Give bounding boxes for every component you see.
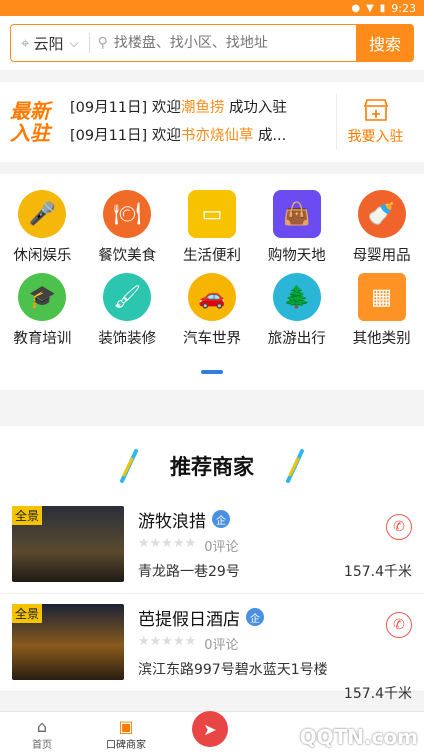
category-item[interactable]: 🍼 母婴用品 [340, 190, 424, 265]
dish-icon: 🍽 [103, 190, 152, 238]
status-bar: ● ▼ ▮ 9:23 [0, 0, 424, 16]
status-time: 9:23 [391, 1, 416, 15]
search-input[interactable] [113, 35, 356, 51]
category-item[interactable]: ▭ 生活便利 [170, 190, 254, 265]
shop-photo: 全景 [12, 506, 124, 582]
tab-publish[interactable]: ➤ [168, 711, 252, 755]
city-label: 云阳 [33, 34, 64, 53]
rating-stars: ★★★★★ [138, 634, 197, 649]
paint-roller-icon: 🖌 [103, 273, 152, 321]
join-button[interactable]: 我要入驻 [336, 94, 414, 150]
enterprise-badge-icon: 企 [212, 510, 230, 528]
rating-stars: ★★★★★ [138, 536, 197, 551]
location-icon: ● [351, 2, 361, 14]
new-shops-banner: 最新 入驻 [09月11日] 欢迎潮鱼捞 成功入驻 [09月11日] 欢迎书亦烧… [0, 82, 424, 162]
news-item[interactable]: [09月11日] 欢迎潮鱼捞 成功入驻 [70, 94, 336, 122]
news-list: [09月11日] 欢迎潮鱼捞 成功入驻 [09月11日] 欢迎书亦烧仙草 成..… [62, 94, 336, 150]
shopping-bag-icon: 👜 [272, 190, 321, 238]
panorama-badge: 全景 [12, 604, 43, 623]
battery-icon: ▮ [379, 2, 386, 14]
category-item[interactable]: 🎓 教育培训 [0, 273, 84, 348]
tab-home[interactable]: ⌂ 首页 [0, 717, 84, 755]
car-icon: 🚗 [187, 273, 236, 321]
chevron-down-icon: ⌵ [69, 35, 79, 50]
decor-streak-icon [120, 449, 138, 483]
phone-icon[interactable]: ✆ [386, 514, 412, 540]
shop-address: 滨江东路997号碧水蓝天1号楼 [138, 662, 328, 678]
shop-card[interactable]: 全景 芭提假日酒店 企 ★★★★★ 0评论 滨江东路997号碧水蓝天1号楼 15… [0, 594, 424, 702]
grid-icon: ▦ [357, 273, 406, 321]
enterprise-badge-icon: 企 [246, 608, 264, 626]
wifi-icon: ▼ [366, 2, 374, 14]
tree-icon: 🌲 [272, 273, 321, 321]
review-count: 0评论 [204, 638, 239, 653]
search-icon: ⚲ [97, 35, 108, 51]
category-item[interactable]: 🎤 休闲娱乐 [0, 190, 84, 265]
watermark: QQTN.com [299, 725, 418, 749]
city-selector[interactable]: ⌖ 云阳 ⌵ [11, 33, 89, 54]
recommended-section: 推荐商家 全景 游牧浪措 企 ★★★★★ 0评论 青龙路一巷29号 157.4千… [0, 426, 424, 702]
category-item[interactable]: 👜 购物天地 [255, 190, 339, 265]
shop-name: 芭提假日酒店 [138, 609, 240, 630]
microphone-icon: 🎤 [18, 190, 67, 238]
shop-photo: 全景 [12, 604, 124, 680]
location-pin-icon: ⌖ [21, 34, 30, 52]
shop-address: 青龙路一巷29号 [138, 564, 240, 580]
search-box: ⌖ 云阳 ⌵ ⚲ [10, 24, 356, 62]
category-item[interactable]: ▦ 其他类别 [340, 273, 424, 348]
category-grid: 🎤 休闲娱乐 🍽 餐饮美食 ▭ 生活便利 👜 购物天地 🍼 母婴用品 🎓 教育培… [0, 174, 424, 390]
panorama-badge: 全景 [12, 506, 43, 525]
category-item[interactable]: 🍽 餐饮美食 [85, 190, 169, 265]
graduation-cap-icon: 🎓 [18, 273, 67, 321]
store-add-icon [363, 99, 388, 121]
review-count: 0评论 [204, 540, 239, 555]
paper-plane-icon: ➤ [192, 711, 228, 747]
shop-card[interactable]: 全景 游牧浪措 企 ★★★★★ 0评论 青龙路一巷29号 157.4千米 ✆ [0, 496, 424, 594]
tab-merchants[interactable]: ▣ 口碑商家 [84, 717, 168, 755]
category-item[interactable]: 🚗 汽车世界 [170, 273, 254, 348]
category-item[interactable]: 🖌 装饰装修 [85, 273, 169, 348]
phone-icon[interactable]: ✆ [386, 612, 412, 638]
search-bar: ⌖ 云阳 ⌵ ⚲ 搜索 [0, 16, 424, 70]
section-header: 推荐商家 [0, 436, 424, 496]
search-button[interactable]: 搜索 [356, 24, 414, 62]
search-field[interactable]: ⚲ [90, 35, 356, 51]
shop-icon: ▣ [118, 717, 134, 736]
home-icon: ⌂ [36, 717, 48, 736]
bottle-icon: 🍼 [357, 190, 406, 238]
new-shops-logo: 最新 入驻 [10, 99, 50, 145]
news-item[interactable]: [09月11日] 欢迎书亦烧仙草 成... [70, 122, 336, 150]
shop-distance: 157.4千米 [343, 564, 412, 580]
page-indicator [0, 370, 424, 374]
shop-distance: 157.4千米 [343, 686, 412, 702]
folder-icon: ▭ [187, 190, 236, 238]
section-title: 推荐商家 [170, 455, 254, 479]
category-item[interactable]: 🌲 旅游出行 [255, 273, 339, 348]
decor-streak-icon [286, 449, 304, 483]
shop-name: 游牧浪措 [138, 511, 206, 532]
